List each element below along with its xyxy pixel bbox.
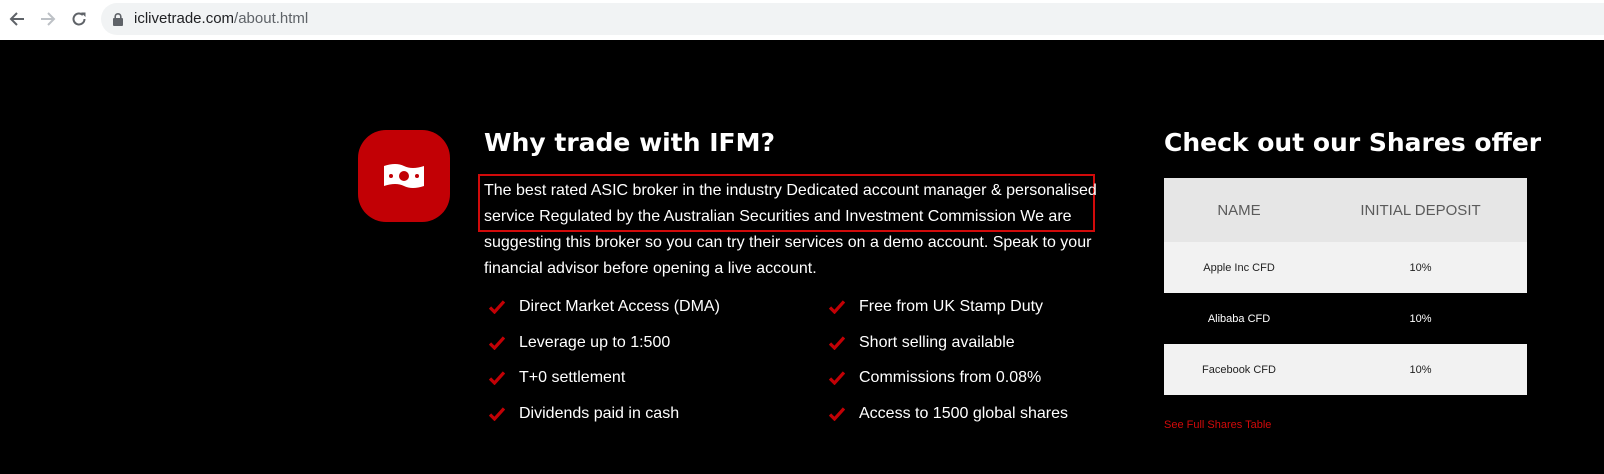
- feature-text: Access to 1500 global shares: [859, 404, 1069, 422]
- see-full-shares-table-link[interactable]: See Full Shares Table: [1164, 419, 1271, 431]
- checkmark-icon: [829, 406, 845, 421]
- browser-toolbar: iclivetrade.com/about.html: [0, 0, 1604, 40]
- column-header-name: NAME: [1217, 201, 1261, 219]
- forward-arrow-icon[interactable]: [37, 8, 59, 30]
- feature-item: T+0 settlement: [489, 369, 720, 405]
- cell-deposit: 10%: [1409, 261, 1432, 274]
- checkmark-icon: [489, 371, 505, 385]
- cell-deposit: 10%: [1409, 312, 1432, 325]
- table-row: Facebook CFD 10%: [1164, 344, 1527, 395]
- cell-deposit: 10%: [1409, 363, 1432, 376]
- checkmark-icon: [829, 300, 845, 314]
- banknote-icon: [384, 164, 424, 188]
- cell-name: Alibaba CFD: [1207, 312, 1271, 325]
- reload-icon[interactable]: [68, 8, 90, 30]
- feature-text: Dividends paid in cash: [519, 404, 680, 422]
- money-icon-tile: [358, 130, 450, 222]
- intro-paragraph: The best rated ASIC broker in the indust…: [484, 182, 1097, 277]
- feature-list-left: Direct Market Access (DMA) Leverage up t…: [489, 298, 720, 440]
- cell-name: Facebook CFD: [1202, 363, 1276, 376]
- checkmark-icon: [829, 335, 845, 350]
- url-path: /about.html: [234, 10, 309, 27]
- back-arrow-icon[interactable]: [6, 8, 28, 30]
- column-header-deposit: INITIAL DEPOSIT: [1360, 201, 1481, 219]
- url-host: iclivetrade.com: [134, 10, 235, 27]
- feature-text: Short selling available: [859, 333, 1015, 351]
- feature-item: Short selling available: [829, 334, 1068, 370]
- address-bar[interactable]: iclivetrade.com/about.html: [101, 3, 1604, 35]
- feature-item: Free from UK Stamp Duty: [829, 298, 1068, 334]
- feature-text: Direct Market Access (DMA): [519, 298, 720, 315]
- feature-list-right: Free from UK Stamp Duty Short selling av…: [829, 298, 1068, 440]
- feature-item: Access to 1500 global shares: [829, 405, 1068, 441]
- feature-item: Direct Market Access (DMA): [489, 298, 720, 334]
- feature-text: Free from UK Stamp Duty: [859, 298, 1044, 315]
- feature-item: Commissions from 0.08%: [829, 369, 1068, 405]
- shares-table: NAME INITIAL DEPOSIT Apple Inc CFD 10% A…: [1164, 178, 1527, 395]
- feature-item: Leverage up to 1:500: [489, 334, 720, 370]
- about-page: Why trade with IFM? The best rated ASIC …: [0, 40, 1604, 474]
- lock-icon: [113, 13, 123, 31]
- cell-name: Apple Inc CFD: [1203, 261, 1275, 274]
- shares-heading: Check out our Shares offer: [1164, 128, 1542, 157]
- table-row: Apple Inc CFD 10%: [1164, 242, 1527, 293]
- table-row: Alibaba CFD 10%: [1164, 293, 1527, 344]
- checkmark-icon: [489, 406, 505, 421]
- table-header: NAME INITIAL DEPOSIT: [1164, 178, 1527, 242]
- checkmark-icon: [489, 335, 505, 350]
- why-heading: Why trade with IFM?: [484, 128, 775, 157]
- feature-text: Leverage up to 1:500: [519, 333, 671, 351]
- feature-text: Commissions from 0.08%: [859, 369, 1042, 386]
- url-text: iclivetrade.com/about.html: [134, 10, 308, 27]
- checkmark-icon: [829, 371, 845, 385]
- feature-item: Dividends paid in cash: [489, 405, 720, 441]
- feature-text: T+0 settlement: [519, 369, 626, 386]
- checkmark-icon: [489, 300, 505, 314]
